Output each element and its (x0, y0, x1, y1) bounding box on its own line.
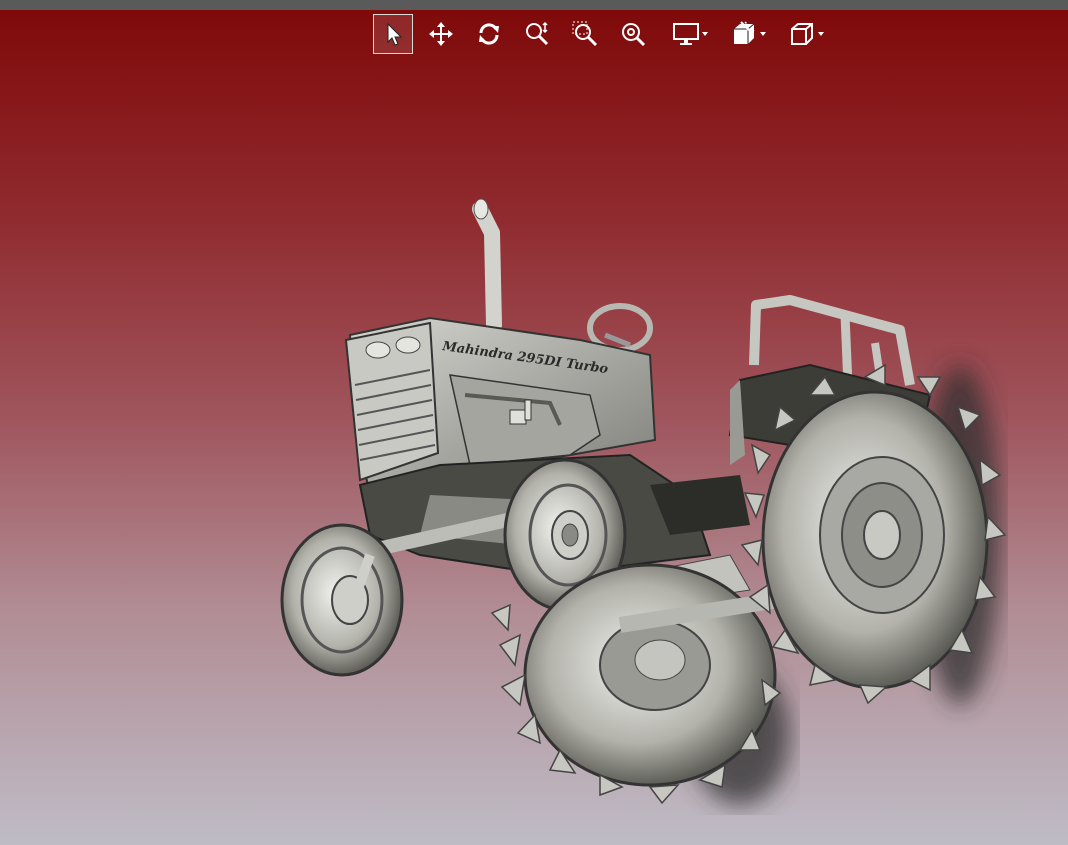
zoom-fit-icon (622, 23, 646, 47)
section-cube-icon (734, 21, 755, 44)
view-toolbar (373, 14, 835, 54)
select-tool-button[interactable] (373, 14, 413, 54)
chevron-down-icon (818, 32, 824, 36)
rear-right-wheel (740, 363, 1007, 705)
tractor-model[interactable]: Mahindra 295DI Turbo (270, 195, 1010, 815)
3d-viewport[interactable]: Mahindra 295DI Turbo (0, 56, 1068, 845)
zoom-fit-tool-button[interactable] (613, 14, 653, 54)
chevron-down-icon (760, 32, 766, 36)
window-top-bar (0, 0, 1068, 10)
zoom-window-tool-button[interactable] (565, 14, 605, 54)
monitor-icon (673, 23, 699, 45)
tractor-model-render: Mahindra 295DI Turbo (280, 198, 1007, 805)
rotate-icon (479, 23, 499, 45)
zoom-in-out-icon (526, 21, 549, 46)
section-view-dropdown[interactable] (719, 14, 769, 54)
zoom-tool-button[interactable] (517, 14, 557, 54)
zoom-window-icon (572, 21, 598, 47)
pan-tool-button[interactable] (421, 14, 461, 54)
display-mode-dropdown[interactable] (661, 14, 711, 54)
view-orientation-dropdown[interactable] (777, 14, 827, 54)
move-arrows-icon (429, 22, 453, 46)
pointer-arrow-icon (387, 22, 403, 46)
front-left-wheel (280, 523, 404, 677)
cube-icon (791, 23, 813, 45)
rotate-tool-button[interactable] (469, 14, 509, 54)
chevron-down-icon (702, 32, 708, 36)
